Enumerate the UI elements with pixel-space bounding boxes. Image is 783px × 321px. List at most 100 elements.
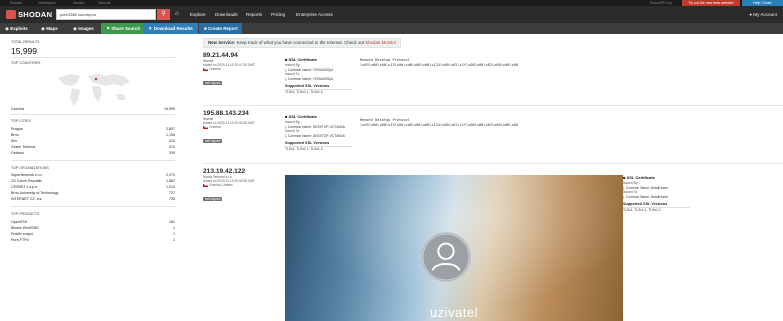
result-ip-link[interactable]: 195.88.143.234 — [203, 110, 283, 117]
city-name: Ostrava — [11, 151, 24, 155]
self-signed-tag[interactable]: self-signed — [203, 197, 223, 201]
shodan-monitor-link[interactable]: Shodan Monitor — [365, 40, 396, 45]
ssl-subject-cn: |- Common Name: DESKTOP-VCT4M4A — [285, 134, 352, 139]
city-row[interactable]: Ostrava 339 — [11, 150, 175, 156]
country-count: 15,999 — [164, 107, 175, 111]
nav-reports[interactable]: Reports — [246, 9, 262, 20]
result-ip-link[interactable]: 89.21.44.94 — [203, 52, 283, 59]
cn-value: DESKTOP-VCT4M4A — [312, 133, 345, 138]
cn-label: |- Common Name: — [623, 185, 650, 190]
main-nav: SHODAN port:3389 country:cz ⚲ ⌂ Explore … — [0, 6, 783, 23]
cn-value: DESKTOP-VCT4M4A — [312, 124, 345, 129]
ssl-versions: TLSv1, TLSv1.1, TLSv1.2 — [285, 147, 323, 151]
self-signed-tag[interactable]: self-signed — [203, 139, 223, 143]
czech-flag-icon — [203, 183, 208, 187]
czech-flag-icon — [203, 67, 208, 71]
result-item: 89.21.44.94 Starnet Added on 2020-11-10 … — [203, 52, 283, 89]
nav-explore[interactable]: Explore — [190, 9, 206, 20]
rdp-screenshot[interactable]: uzivatel — [285, 175, 623, 321]
self-signed-tag[interactable]: self-signed — [203, 81, 223, 85]
my-account-label: My Account — [753, 12, 777, 17]
product-row[interactable]: Pure-FTPd 1 — [11, 237, 175, 243]
result-country-name: Czechia — [209, 67, 221, 71]
top-countries-label: TOP COUNTRIES — [11, 61, 41, 65]
cn-label: |- Common Name: — [285, 67, 312, 72]
divider — [11, 160, 175, 161]
ssl-subject-cn: |- Common Name: DetailHome — [623, 195, 690, 200]
protocol-banner: Remote Desktop Protocol \x03\x00\x00\x13… — [360, 118, 518, 127]
top-orgs-label: TOP ORGANIZATIONS — [11, 166, 49, 170]
tab-label: Exploits — [10, 26, 28, 31]
cn-label: |- Common Name: — [285, 124, 312, 129]
divider — [11, 206, 175, 207]
product-name: Pure-FTPd — [11, 238, 29, 242]
ssl-subject-cn: |- Common Name: YOGA3000p1 — [285, 77, 352, 82]
result-separator — [203, 105, 783, 106]
world-map — [58, 74, 130, 106]
ssl-title-text: SSL Certificate — [626, 175, 655, 180]
my-account-link[interactable]: ● My Account — [749, 9, 777, 20]
cn-label: |- Common Name: — [285, 133, 312, 138]
divider — [11, 114, 175, 115]
nav-downloads[interactable]: Downloads — [215, 9, 238, 20]
ssl-versions: TLSv1, TLSv1.1, TLSv1.2 — [285, 90, 323, 94]
logo-text: SHODAN — [18, 10, 53, 19]
result-ip-link[interactable]: 213.19.42.122 — [203, 168, 283, 175]
screenshot-username: uzivatel — [429, 305, 479, 320]
shodan-logo[interactable]: SHODAN — [6, 9, 52, 20]
result-country-name: Czechia — [209, 125, 221, 129]
ssl-certificate: ■ SSL Certificate Issued By: |- Common N… — [285, 57, 352, 94]
result-country[interactable]: Czechia — [203, 67, 283, 71]
nav-pricing[interactable]: Pricing — [271, 9, 285, 20]
tab-label: Maps — [46, 26, 58, 31]
home-icon[interactable]: ⌂ — [175, 9, 179, 20]
download-results-button[interactable]: ▼ Download Results — [143, 23, 198, 34]
cn-label: |- Common Name: — [285, 76, 312, 81]
result-country-name: Czechia — [209, 183, 221, 187]
tab-label: Images — [78, 26, 94, 31]
tab-label: Share Search — [111, 26, 141, 31]
search-button[interactable]: ⚲ — [157, 9, 170, 20]
city-count: 339 — [169, 151, 175, 155]
cn-value: DetailHome — [650, 194, 669, 199]
ssl-title-text: SSL Certificate — [288, 57, 317, 62]
total-results-value: 15,999 — [11, 46, 37, 56]
shodan-logo-icon — [6, 10, 16, 19]
nav-enterprise[interactable]: Enterprise Access — [296, 9, 333, 20]
ssl-certificate: ■ SSL Certificate Issued By: |- Common N… — [285, 114, 352, 151]
banner-text: Keep track of what you have connected to… — [236, 40, 364, 45]
result-item: 195.88.143.234 Starnet Added on 2020-11-… — [203, 110, 283, 147]
share-search-button[interactable]: ⚑ Share Search — [101, 23, 143, 34]
result-separator — [203, 163, 783, 164]
result-city: Liberec — [222, 183, 233, 187]
org-row[interactable]: INTERNET CZ, a.s. 735 — [11, 196, 175, 202]
result-country[interactable]: Czechia, Liberec — [203, 183, 283, 187]
create-report-button[interactable]: ■ Create Report — [199, 23, 242, 34]
top-products-label: TOP PRODUCTS — [11, 212, 40, 216]
country-name: Czechia — [11, 107, 24, 111]
protocol-banner: Remote Desktop Protocol \x03\x00\x00\x13… — [360, 58, 518, 67]
tab-images[interactable]: ◉ Images — [68, 23, 102, 34]
country-row[interactable]: Czechia 15,999 — [11, 106, 175, 112]
cn-value: YOGA3000p1 — [312, 76, 334, 81]
map-marker — [94, 77, 98, 81]
tab-label: Create Report — [207, 26, 238, 31]
sub-nav: ◉ Exploits ◉ Maps ◉ Images ⚑ Share Searc… — [0, 23, 783, 34]
banner-prefix: New Service: — [208, 40, 236, 45]
total-results-label: TOTAL RESULTS — [11, 40, 40, 44]
tab-maps[interactable]: ◉ Maps — [36, 23, 70, 34]
cn-value: YOGA3000p1 — [312, 67, 334, 72]
ssl-certificate: ■ SSL Certificate Issued By: |- Common N… — [623, 175, 690, 212]
cn-value: DetailHome — [650, 185, 669, 190]
product-count: 1 — [173, 238, 175, 242]
cn-label: |- Common Name: — [623, 194, 650, 199]
search-input[interactable]: port:3389 country:cz — [56, 9, 156, 20]
tab-exploits[interactable]: ◉ Exploits — [0, 23, 40, 34]
czech-flag-icon — [203, 125, 208, 129]
result-item: 213.19.42.122 Nordic Telecom s.r.o. Adde… — [203, 168, 283, 205]
ssl-versions: TLSv1, TLSv1.1, TLSv1.2 — [623, 208, 661, 212]
result-country[interactable]: Czechia — [203, 125, 283, 129]
top-cities-label: TOP CITIES — [11, 119, 31, 123]
user-avatar-icon — [421, 232, 471, 282]
search-icon: ⚲ — [161, 11, 166, 17]
